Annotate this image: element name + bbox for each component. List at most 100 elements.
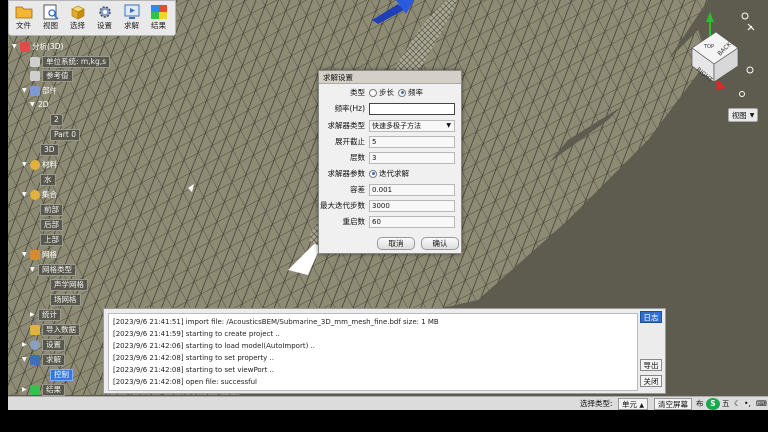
log-line: [2023/9/6 21:41:59] starting to create p… — [113, 330, 280, 338]
tree-label: 后部 — [40, 218, 63, 231]
clear-screen-button[interactable]: 清空屏幕 — [654, 398, 692, 410]
select-button[interactable]: 选择 — [65, 3, 90, 35]
confirm-button[interactable]: 确认 — [421, 237, 459, 250]
orientation-widget[interactable]: BACK RIGHT TOP — [682, 8, 762, 98]
tree-label: 求解 — [42, 353, 65, 366]
tree-label: 2 — [50, 113, 63, 126]
tree-item-settings[interactable]: ▶ 设置 — [22, 338, 65, 351]
expand-arrow-icon: ▼ — [22, 191, 27, 198]
maxiter-row: 最大迭代步数 3000 — [319, 199, 463, 212]
iterative-radio[interactable] — [369, 169, 377, 178]
tree-item-statistics[interactable]: ▶ 统计 — [30, 308, 61, 321]
freq-radio[interactable] — [398, 88, 406, 97]
solver-type-row: 求解器类型 快速多极子方法 ▼ — [319, 119, 463, 132]
tree-item-result[interactable]: ▶ 结果 — [22, 383, 65, 396]
log-line: [2023/9/6 21:41:51] import file: /Acoust… — [113, 318, 439, 326]
freq-label: 频率(Hz) — [334, 104, 365, 113]
tree-label: 3D — [40, 143, 59, 156]
log-line: [2023/9/6 21:42:08] starting to set view… — [113, 366, 274, 374]
moon-icon[interactable]: ☾ — [734, 398, 741, 410]
log-line: [2023/9/6 21:42:06] starting to load mod… — [113, 342, 315, 350]
tree-item-solve[interactable]: ▼ 求解 — [22, 353, 65, 366]
tree-item-control[interactable]: 控制 — [50, 368, 73, 381]
restart-row: 重启数 60 — [319, 215, 463, 228]
maxiter-input[interactable]: 3000 — [369, 199, 455, 212]
tree-item-acoustic-mesh[interactable]: 声学网格 — [50, 278, 88, 291]
close-button[interactable]: 关闭 — [640, 375, 662, 387]
analysis-icon — [20, 41, 30, 52]
view-dropdown-label: 视图 — [731, 110, 747, 120]
select-cube-icon — [68, 3, 88, 21]
result-button[interactable]: 结果 — [146, 3, 171, 35]
restart-label: 重启数 — [342, 217, 366, 226]
view-button-label: 视图 — [43, 21, 58, 30]
result-icon — [30, 384, 40, 395]
tree-item-top[interactable]: 上部 — [40, 233, 63, 246]
freq-input[interactable] — [369, 102, 455, 115]
view-dropdown[interactable]: 视图 ▼ — [728, 108, 758, 122]
tree-item-import-data[interactable]: 导入数据 — [30, 323, 80, 336]
tree-item-back[interactable]: 后部 — [40, 218, 63, 231]
tree-item-3d[interactable]: 3D — [40, 143, 59, 156]
levels-label: 层数 — [350, 153, 365, 162]
tree-item-2[interactable]: 2 — [50, 113, 63, 126]
tree-label: 场网格 — [50, 293, 81, 306]
expand-arrow-icon: ▼ — [22, 251, 27, 258]
cancel-button[interactable]: 取消 — [377, 237, 415, 250]
screen-left-border — [0, 0, 8, 432]
log-button[interactable]: 日志 — [640, 311, 662, 323]
expand-input[interactable]: 5 — [369, 135, 455, 148]
restart-input[interactable]: 60 — [369, 215, 455, 228]
expand-arrow-icon: ▼ — [30, 101, 35, 108]
log-line: [2023/9/6 21:42:08] open file: successfu… — [113, 378, 257, 386]
tree-item-part0[interactable]: Part 0 — [50, 128, 80, 141]
tree-item-front[interactable]: 前部 — [40, 203, 63, 216]
tree-item-reference[interactable]: 参考值 — [30, 69, 73, 82]
settings-button[interactable]: 设置 — [92, 3, 117, 35]
keyboard-icon[interactable]: ⌨ — [756, 398, 767, 410]
reference-icon — [30, 70, 40, 81]
step-radio[interactable] — [369, 88, 377, 97]
levels-input[interactable]: 3 — [369, 151, 455, 164]
expand-arrow-icon: ▼ — [22, 356, 27, 363]
ime-mode-label[interactable]: 五 — [722, 398, 730, 410]
solver-param-label: 求解器参数 — [327, 169, 366, 178]
tree-item-field-mesh[interactable]: 场网格 — [50, 293, 81, 306]
expand-arrow-icon: ▼ — [12, 43, 17, 50]
type-row: 类型 步长 频率 — [319, 86, 463, 99]
svg-text:TOP: TOP — [703, 44, 714, 50]
dialog-title: 求解设置 — [319, 71, 461, 84]
solver-type-select[interactable]: 快速多极子方法 ▼ — [369, 119, 455, 132]
gear-icon — [95, 3, 115, 21]
levels-row: 层数 3 — [319, 151, 463, 164]
expand-row: 展开截止 5 — [319, 135, 463, 148]
export-button[interactable]: 导出 — [640, 359, 662, 371]
chevron-up-icon: ▲ — [639, 402, 645, 409]
tree-item-water[interactable]: 水 — [40, 173, 56, 186]
iterative-radio-label: 迭代求解 — [379, 169, 409, 178]
tree-item-mesh-type[interactable]: ▼ 网格类型 — [30, 263, 76, 276]
status-bar: 选择类型: 单元 ▲ 清空屏幕 布 S 五 ☾ •, ⌨ — [8, 396, 768, 410]
tree-item-mesh[interactable]: ▼ 网格 — [22, 248, 57, 261]
select-type-dropdown[interactable]: 单元 ▲ — [618, 398, 649, 410]
file-button[interactable]: 文件 — [11, 3, 36, 35]
solve-button[interactable]: 求解 — [119, 3, 144, 35]
tree-item-unit-system[interactable]: 单位系统: m,kg,s — [30, 55, 110, 68]
folder-icon — [14, 3, 34, 21]
tree-item-collection[interactable]: ▼ 集合 — [22, 188, 57, 201]
tree-item-analysis[interactable]: ▼ 分析(3D) — [12, 40, 63, 53]
solve-button-label: 求解 — [124, 21, 139, 30]
view-button[interactable]: 视图 — [38, 3, 63, 35]
expand-arrow-icon: ▼ — [22, 161, 27, 168]
main-toolbar: 文件 视图 选择 设置 求解 结果 — [8, 0, 176, 36]
model-tree: ▼ 分析(3D) 单位系统: m,kg,s 参考值 ▼ 部件 ▼ 2D 2 Part … — [8, 38, 110, 398]
tree-item-2d[interactable]: ▼ 2D — [30, 98, 49, 111]
tree-label: 部件 — [42, 86, 57, 95]
tol-row: 容差 0.001 — [319, 183, 463, 196]
tree-item-material[interactable]: ▼ 材料 — [22, 158, 57, 171]
expand-arrow-icon: ▶ — [22, 341, 27, 348]
tree-item-parts[interactable]: ▼ 部件 — [22, 84, 57, 97]
punctuation-icon[interactable]: •, — [744, 398, 751, 410]
log-output[interactable]: [2023/9/6 21:41:51] import file: /Acoust… — [108, 313, 638, 391]
tol-input[interactable]: 0.001 — [369, 183, 455, 196]
